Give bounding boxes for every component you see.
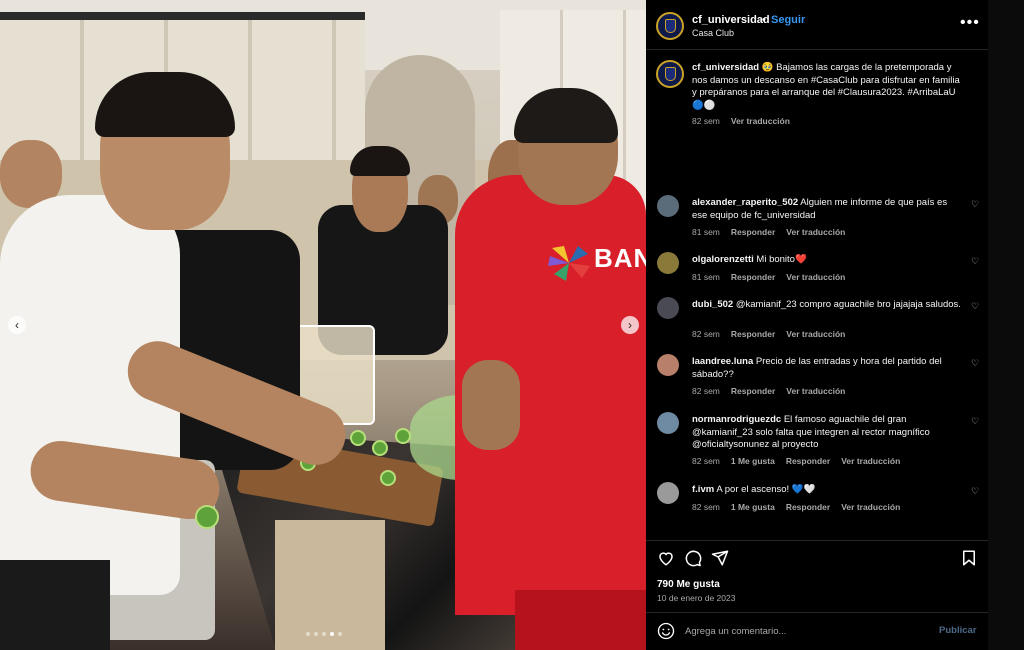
comment-username[interactable]: normanrodriguezdc (692, 414, 781, 425)
comment-meta: 82 sem 1 Me gusta Responder Ver traducción (692, 456, 900, 466)
add-comment-bar: Publicar (646, 612, 988, 650)
comment-time[interactable]: 82 sem (692, 456, 720, 466)
comment-avatar[interactable] (657, 297, 679, 319)
comment-avatar[interactable] (657, 354, 679, 376)
comment-body: normanrodriguezdc El famoso aguachile de… (692, 414, 964, 452)
translate-link[interactable]: Ver traducción (841, 456, 900, 466)
comment-likes[interactable]: 1 Me gusta (731, 456, 775, 466)
comment-like-icon[interactable]: ♡ (971, 486, 979, 497)
comment-body: f.ivm A por el ascenso! 💙🤍 (692, 484, 964, 497)
comment-meta: 82 sem Responder Ver traducción (692, 329, 845, 339)
person-red-jersey-shorts (515, 590, 646, 650)
lime (195, 505, 219, 529)
lime (372, 440, 388, 456)
comment-input[interactable] (685, 622, 925, 640)
caption-translate[interactable]: Ver traducción (731, 116, 790, 126)
comment-meta: 82 sem Responder Ver traducción (692, 386, 845, 396)
more-options-icon[interactable]: ••• (960, 14, 980, 32)
post-header: cf_universidad • Seguir Casa Club ••• (646, 0, 988, 50)
reply-button[interactable]: Responder (731, 386, 775, 396)
comment-meta: 81 sem Responder Ver traducción (692, 227, 845, 237)
account-avatar[interactable] (656, 12, 684, 40)
carousel-dot (338, 632, 342, 636)
reply-button[interactable]: Responder (731, 329, 775, 339)
account-username[interactable]: cf_universidad (692, 14, 770, 26)
counter-cabinet (275, 520, 385, 650)
reply-button[interactable]: Responder (786, 502, 830, 512)
comment-body: dubi_502 @kamianif_23 compro aguachile b… (692, 299, 964, 312)
heart-icon[interactable] (657, 549, 675, 567)
emoji-icon[interactable] (657, 622, 675, 640)
comment-like-icon[interactable]: ♡ (971, 358, 979, 369)
carousel-dot (322, 632, 326, 636)
comment-avatar[interactable] (657, 195, 679, 217)
post-actions: 790 Me gusta 10 de enero de 2023 (646, 540, 988, 612)
share-icon[interactable] (711, 549, 729, 567)
reply-button[interactable]: Responder (731, 272, 775, 282)
translate-link[interactable]: Ver traducción (786, 227, 845, 237)
comment-avatar[interactable] (657, 412, 679, 434)
carousel-next-button[interactable]: › (621, 316, 639, 334)
lime (350, 430, 366, 446)
sponsor-text: BAN (594, 243, 646, 273)
carousel-dot (314, 632, 318, 636)
comment-username[interactable]: laandree.luna (692, 356, 753, 367)
comment-text: @kamianif_23 compro aguachile bro jajaja… (735, 299, 961, 310)
comment-username[interactable]: alexander_raperito_502 (692, 197, 798, 208)
person-red-jersey-arm (462, 360, 520, 450)
comment-time[interactable]: 82 sem (692, 386, 720, 396)
post-date: 10 de enero de 2023 (657, 593, 736, 603)
carousel-dot (306, 632, 310, 636)
comment-body: alexander_raperito_502 Alguien me inform… (692, 197, 964, 222)
comment-time[interactable]: 81 sem (692, 272, 720, 282)
comment-text: Mi bonito❤️ (756, 254, 807, 265)
caption-username[interactable]: cf_universidad (692, 62, 759, 73)
comment-time[interactable]: 82 sem (692, 502, 720, 512)
caption-body: cf_universidad 🥹 Bajamos las cargas de l… (692, 62, 962, 112)
carousel-prev-button[interactable]: ‹ (8, 316, 26, 334)
comment-icon[interactable] (684, 549, 702, 567)
reply-button[interactable]: Responder (786, 456, 830, 466)
page-gutter (988, 0, 1024, 650)
comment-like-icon[interactable]: ♡ (971, 256, 979, 267)
comment-username[interactable]: f.ivm (692, 484, 714, 495)
translate-link[interactable]: Ver traducción (786, 386, 845, 396)
lime (395, 428, 411, 444)
carousel-dot (330, 632, 334, 636)
caption-time[interactable]: 82 sem (692, 116, 720, 126)
reply-button[interactable]: Responder (731, 227, 775, 237)
caption-meta: 82 sem Ver traducción (692, 116, 790, 126)
likes-count[interactable]: 790 Me gusta (657, 579, 720, 590)
comment-like-icon[interactable]: ♡ (971, 199, 979, 210)
comment-body: olgalorenzetti Mi bonito❤️ (692, 254, 964, 267)
translate-link[interactable]: Ver traducción (786, 329, 845, 339)
comment-text: A por el ascenso! 💙🤍 (716, 484, 816, 495)
comment-like-icon[interactable]: ♡ (971, 301, 979, 312)
post-photo[interactable]: BAN ‹ › (0, 0, 646, 650)
comment-like-icon[interactable]: ♡ (971, 416, 979, 427)
comment-time[interactable]: 82 sem (692, 329, 720, 339)
separator-dot: • (762, 14, 766, 26)
comment-meta: 81 sem Responder Ver traducción (692, 272, 845, 282)
carousel-indicator (306, 632, 342, 636)
save-icon[interactable] (960, 549, 978, 567)
caption-avatar[interactable] (656, 60, 684, 88)
comment-time[interactable]: 81 sem (692, 227, 720, 237)
post-side-panel: cf_universidad • Seguir Casa Club ••• cf… (646, 0, 988, 650)
comment-username[interactable]: olgalorenzetti (692, 254, 754, 265)
sponsor-logo-icon (548, 246, 590, 281)
translate-link[interactable]: Ver traducción (841, 502, 900, 512)
comment-username[interactable]: dubi_502 (692, 299, 733, 310)
comment-avatar[interactable] (657, 482, 679, 504)
comment-likes[interactable]: 1 Me gusta (731, 502, 775, 512)
person-white-shirt-shorts (0, 560, 110, 650)
comment-meta: 82 sem 1 Me gusta Responder Ver traducción (692, 502, 900, 512)
lime (380, 470, 396, 486)
translate-link[interactable]: Ver traducción (786, 272, 845, 282)
comment-body: laandree.luna Precio de las entradas y h… (692, 356, 964, 381)
post-location[interactable]: Casa Club (692, 28, 734, 38)
publish-button[interactable]: Publicar (939, 625, 977, 636)
follow-button[interactable]: Seguir (771, 14, 805, 26)
comment-avatar[interactable] (657, 252, 679, 274)
